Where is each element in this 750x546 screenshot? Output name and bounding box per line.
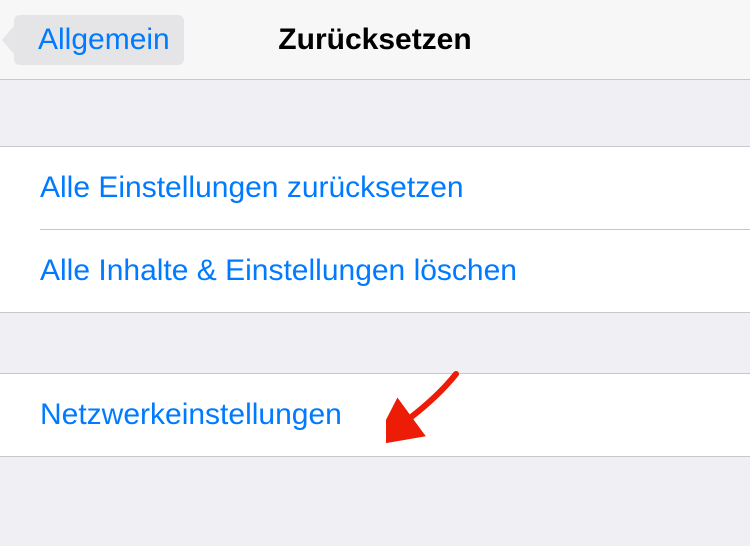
settings-group-2: Netzwerkeinstellungen (0, 373, 750, 457)
group-spacer (0, 313, 750, 373)
settings-group-1: Alle Einstellungen zurücksetzen Alle Inh… (0, 146, 750, 313)
group-spacer (0, 80, 750, 146)
reset-network-settings[interactable]: Netzwerkeinstellungen (0, 374, 750, 456)
navbar: Allgemein Zurücksetzen (0, 0, 750, 80)
erase-all-content[interactable]: Alle Inhalte & Einstellungen löschen (0, 230, 750, 312)
back-button[interactable]: Allgemein (14, 15, 184, 65)
list-item-label: Alle Inhalte & Einstellungen löschen (40, 254, 517, 287)
list-item-label: Netzwerkeinstellungen (40, 398, 342, 431)
back-label: Allgemein (38, 23, 170, 57)
list-item-label: Alle Einstellungen zurücksetzen (40, 171, 464, 204)
page-title: Zurücksetzen (278, 23, 471, 57)
chevron-left-icon (2, 14, 24, 66)
reset-all-settings[interactable]: Alle Einstellungen zurücksetzen (0, 147, 750, 229)
